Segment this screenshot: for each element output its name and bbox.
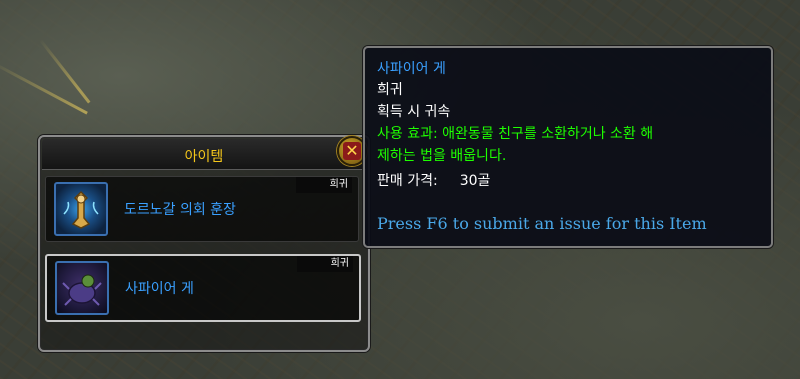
tooltip-binding: 획득 시 귀속: [377, 104, 451, 120]
tooltip-rarity: 희귀: [377, 82, 403, 98]
item-tooltip: 사파이어 게 희귀 획득 시 귀속 사용 효과: 애완동물 친구를 소환하거나 …: [363, 46, 773, 248]
loot-window-header[interactable]: 아이템: [42, 139, 366, 170]
crab-icon: [55, 261, 109, 315]
tooltip-use-effect-cont: 제하는 법을 배웁니다.: [377, 148, 507, 164]
close-icon: ✕: [343, 142, 361, 160]
report-issue-hint: Press F6 to submit an issue for this Ite…: [377, 214, 707, 233]
sell-price-label: 판매 가격:: [377, 173, 438, 189]
loot-item-dornogal-charter[interactable]: 희귀 도르노갈 의회 훈장: [45, 176, 359, 242]
item-name: 도르노갈 의회 훈장: [124, 202, 236, 218]
rarity-label: 희귀: [297, 256, 353, 272]
charter-icon: [54, 182, 108, 236]
loot-window-title: 아이템: [184, 149, 224, 165]
rarity-label: 희귀: [296, 177, 352, 193]
tooltip-item-name: 사파이어 게: [377, 61, 446, 77]
tooltip-use-effect: 사용 효과: 애완동물 친구를 소환하거나 소환 해: [377, 126, 654, 142]
sell-price-value: 30골: [459, 173, 491, 189]
loot-item-sapphire-crab[interactable]: 희귀 사파이어 게: [45, 254, 361, 322]
tooltip-sell-price: 판매 가격: 30골: [377, 170, 490, 190]
item-name: 사파이어 게: [125, 281, 194, 297]
